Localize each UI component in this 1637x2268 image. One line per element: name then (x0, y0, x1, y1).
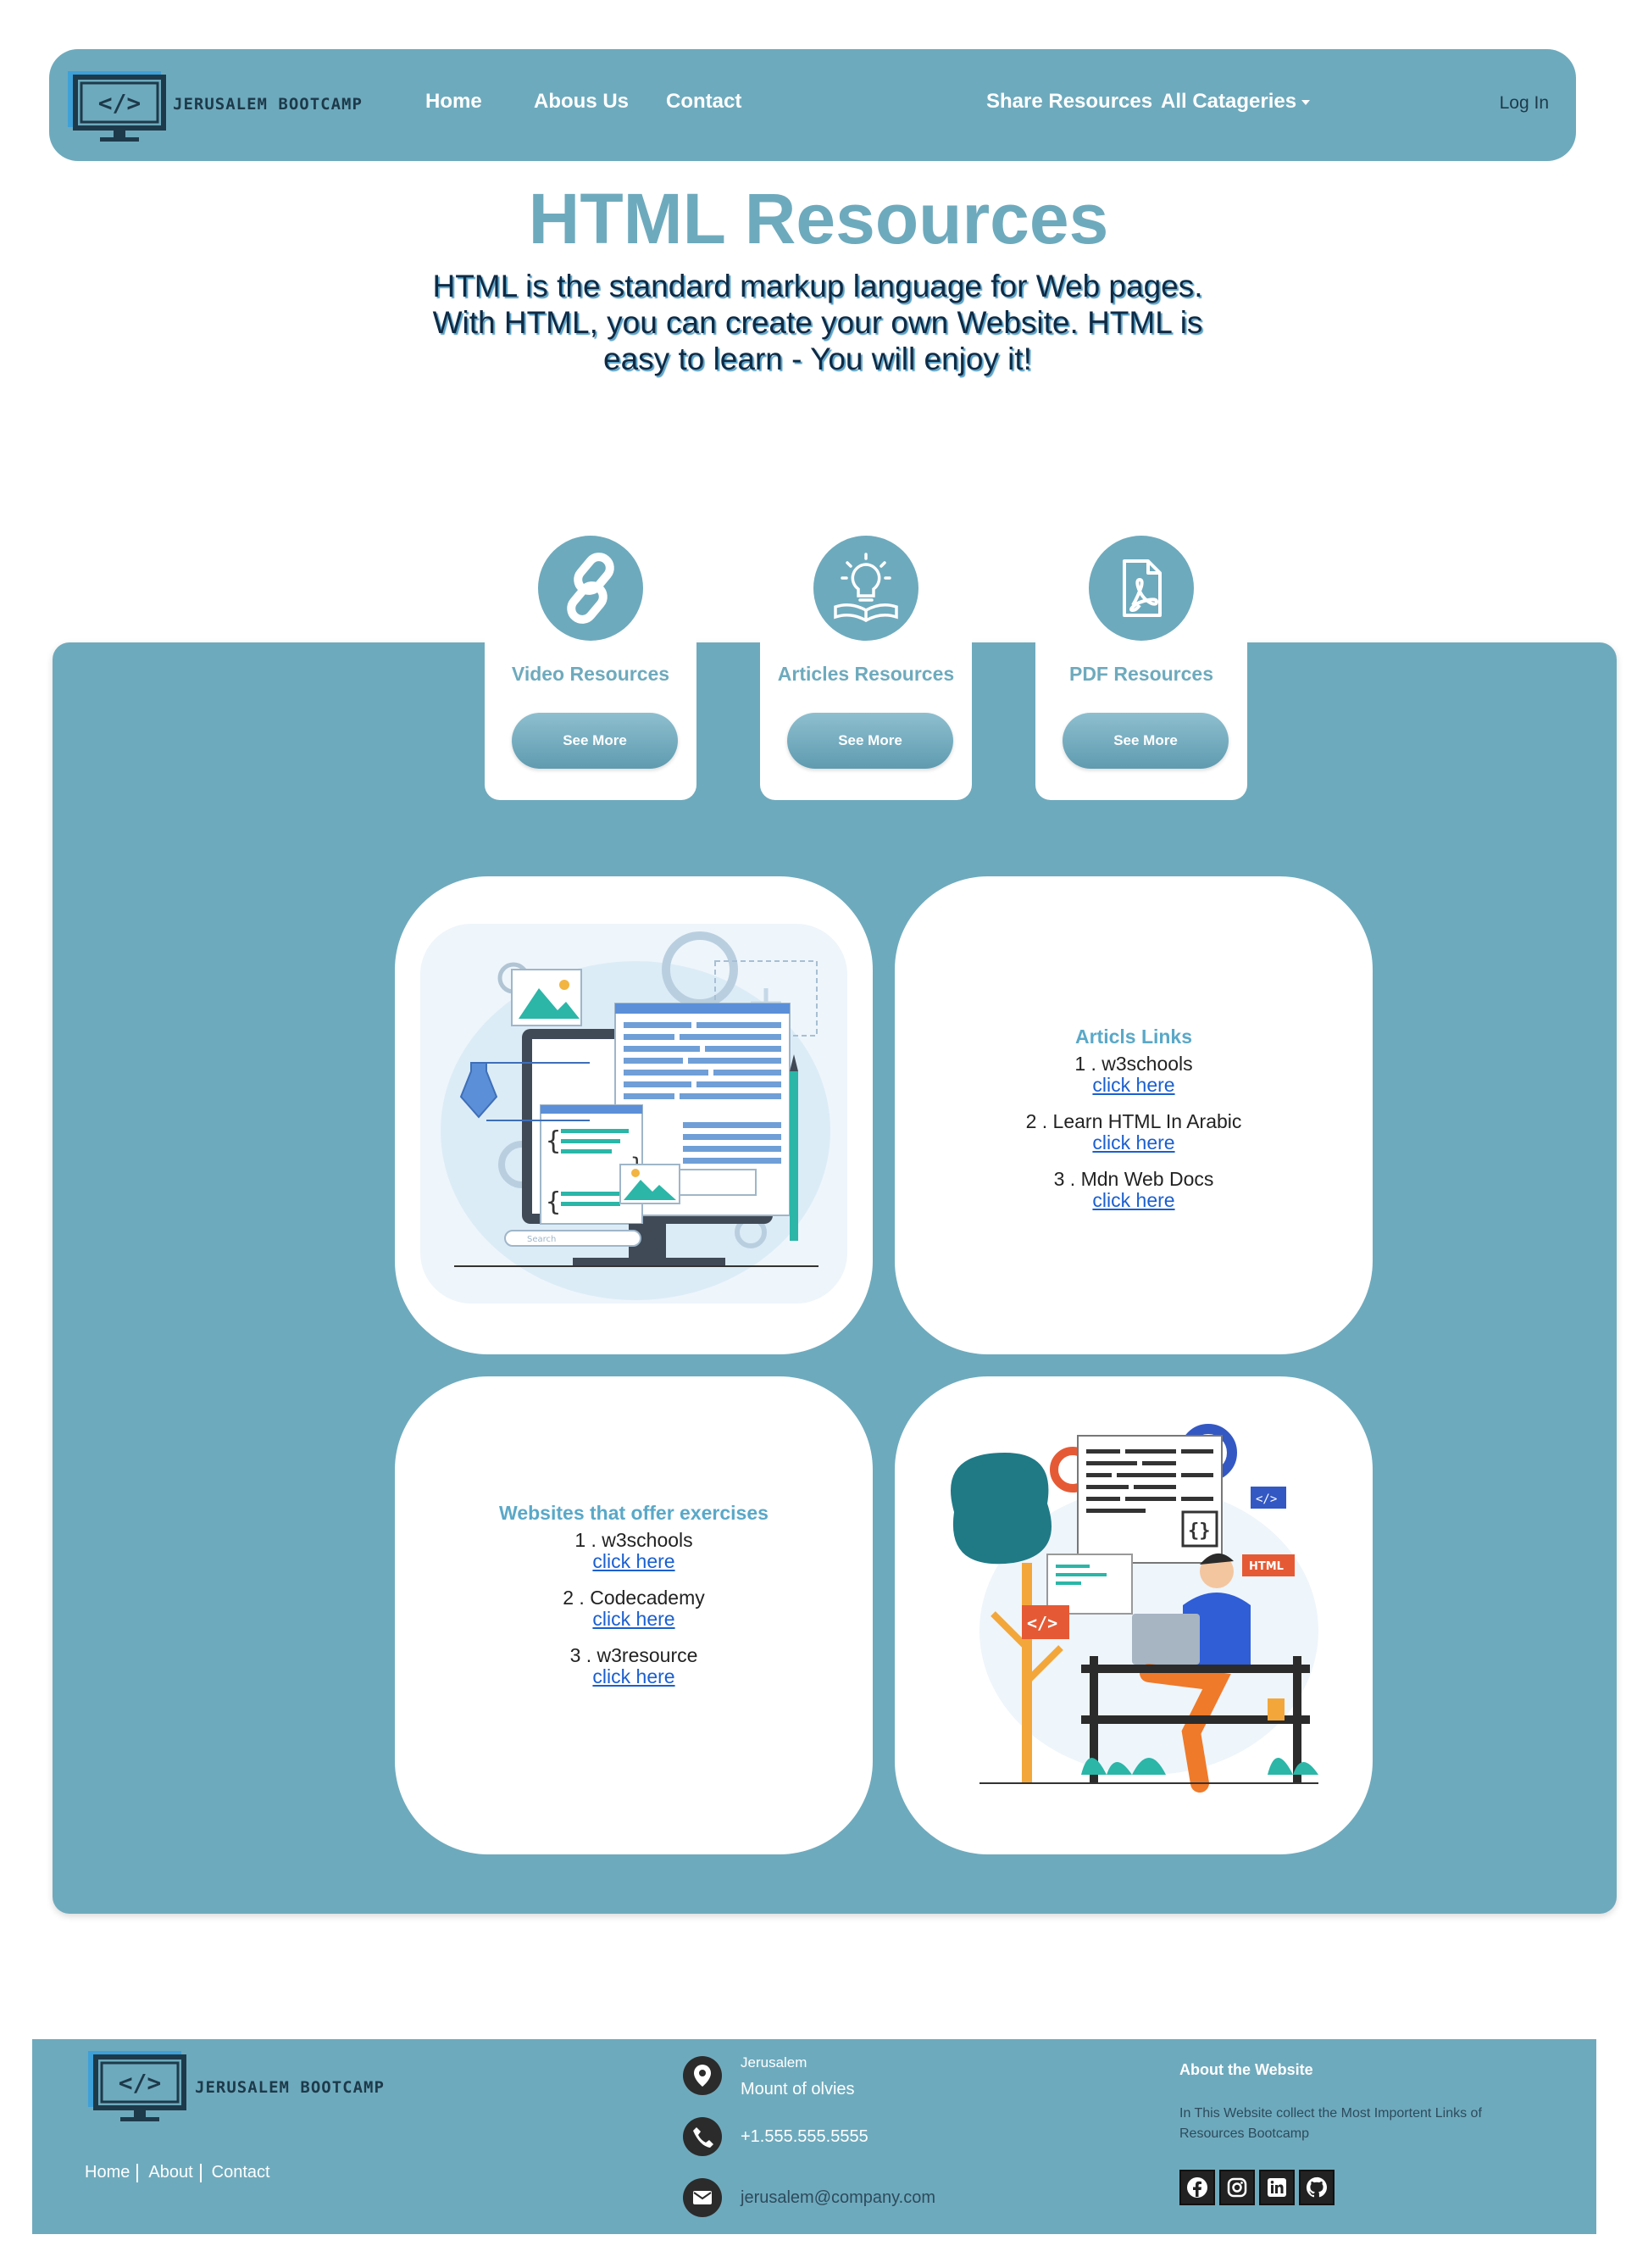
click-here-link[interactable]: click here (895, 1132, 1373, 1153)
category-card-body: Articles Resources See More (760, 536, 972, 800)
click-here-link[interactable]: click here (395, 1666, 873, 1687)
nav-categories-dropdown[interactable]: All Catageries (1161, 90, 1311, 114)
facebook-icon[interactable] (1179, 2170, 1215, 2205)
svg-text:</>: </> (1027, 1613, 1057, 1633)
category-card-body: PDF Resources See More (1035, 536, 1247, 800)
svg-text:</>: </> (119, 2069, 162, 2097)
nav-about-link[interactable]: Abous Us (534, 90, 629, 114)
link-label: 3 . w3resource (569, 1644, 698, 1666)
footer-city: Jerusalem (741, 2054, 807, 2071)
footer-brand: JERUSALEM BOOTCAMP (195, 2078, 385, 2097)
click-here-link[interactable]: click here (895, 1190, 1373, 1211)
link-label: 3 . Mdn Web Docs (1053, 1168, 1214, 1190)
location-pin-icon (683, 2056, 722, 2095)
developer-illustration: {} </> HTML </> (951, 1424, 1318, 1793)
category-card-pdf: PDF Resources See More (1035, 536, 1247, 800)
articles-links-title: Articls Links (1074, 1026, 1193, 1048)
nav-brand[interactable]: JERUSALEM BOOTCAMP (173, 95, 363, 114)
svg-text:{}: {} (1188, 1520, 1211, 1542)
exercises-links-card: Websites that offer exercises 1 . w3scho… (395, 1376, 873, 1854)
exercises-links-title: Websites that offer exercises (499, 1502, 769, 1524)
exercises-links-list: Websites that offer exercises 1 . w3scho… (395, 1502, 873, 1703)
pdf-file-icon (1089, 536, 1194, 641)
caret-down-icon (1301, 99, 1311, 105)
link-label: 2 . Learn HTML In Arabic (1025, 1110, 1242, 1132)
page-title: HTML Resources (528, 179, 1109, 258)
footer-separator (199, 2163, 202, 2182)
footer-phone[interactable]: +1.555.555.5555 (741, 2127, 868, 2147)
footer-about-title: About the Website (1179, 2061, 1313, 2078)
link-label: 2 . Codecademy (563, 1587, 705, 1609)
click-here-link[interactable]: click here (895, 1075, 1373, 1096)
footer-nav: Home About Contact (85, 2163, 270, 2182)
category-card-articles: Articles Resources See More (760, 536, 972, 800)
svg-text:{: { (546, 1126, 561, 1156)
category-title: Articles Resources (777, 663, 955, 685)
login-link[interactable]: Log In (1500, 93, 1549, 114)
footer-home-link[interactable]: Home (85, 2163, 130, 2182)
footer-address: Mount of olvies (741, 2080, 855, 2098)
footer-email[interactable]: jerusalem@company.com (741, 2188, 935, 2208)
linkedin-icon[interactable] (1259, 2170, 1295, 2205)
click-here-link[interactable]: click here (395, 1551, 873, 1572)
see-more-button[interactable]: See More (787, 713, 953, 769)
see-more-button[interactable]: See More (1063, 713, 1229, 769)
click-here-link[interactable]: click here (395, 1609, 873, 1630)
illustration-card-editor: { { } Search (395, 876, 873, 1354)
footer-separator (136, 2163, 139, 2182)
category-title: PDF Resources (1068, 663, 1213, 685)
svg-text:{: { (546, 1187, 561, 1217)
nav-home-link[interactable]: Home (425, 90, 482, 114)
link-label: 1 . w3schools (574, 1529, 693, 1551)
footer: </> JERUSALEM BOOTCAMP Home About Contact … (32, 2039, 1596, 2234)
illustration-card-coder: {} </> HTML </> (895, 1376, 1373, 1854)
category-title: Video Resources (511, 663, 670, 685)
github-icon[interactable] (1299, 2170, 1335, 2205)
articles-links-card: Articls Links 1 . w3schools click here 2… (895, 876, 1373, 1354)
page-subtitle: HTML is the standard markup language for… (432, 269, 1203, 376)
footer-about-text: In This Website collect the Most Importe… (1179, 2106, 1482, 2141)
nav-share-resources-link[interactable]: Share Resources (986, 90, 1152, 114)
svg-text:Search: Search (527, 1235, 556, 1244)
see-more-button[interactable]: See More (512, 713, 678, 769)
logo-icon[interactable]: </> (66, 68, 176, 144)
footer-about-link[interactable]: About (148, 2163, 192, 2182)
footer-contact-link[interactable]: Contact (212, 2163, 270, 2182)
link-label: 1 . w3schools (1074, 1053, 1193, 1075)
code-editor-illustration: { { } Search (420, 924, 847, 1304)
svg-text:</>: </> (1256, 1493, 1277, 1506)
navbar: </> JERUSALEM BOOTCAMP Home Abous Us Con… (49, 49, 1576, 161)
nav-contact-link[interactable]: Contact (666, 90, 741, 114)
svg-text:HTML: HTML (1249, 1560, 1284, 1573)
logo-icon[interactable]: </> (86, 2048, 197, 2124)
articles-links-list: Articls Links 1 . w3schools click here 2… (895, 1026, 1373, 1226)
category-card-body: Video Resources See More (485, 536, 696, 800)
email-icon (683, 2178, 722, 2217)
phone-icon (683, 2117, 722, 2156)
instagram-icon[interactable] (1219, 2170, 1255, 2205)
svg-text:</>: </> (98, 89, 142, 117)
lightbulb-book-icon (813, 536, 918, 641)
link-icon (538, 536, 643, 641)
category-card-video: Video Resources See More (485, 536, 696, 800)
nav-categories-label: All Catageries (1161, 90, 1297, 113)
